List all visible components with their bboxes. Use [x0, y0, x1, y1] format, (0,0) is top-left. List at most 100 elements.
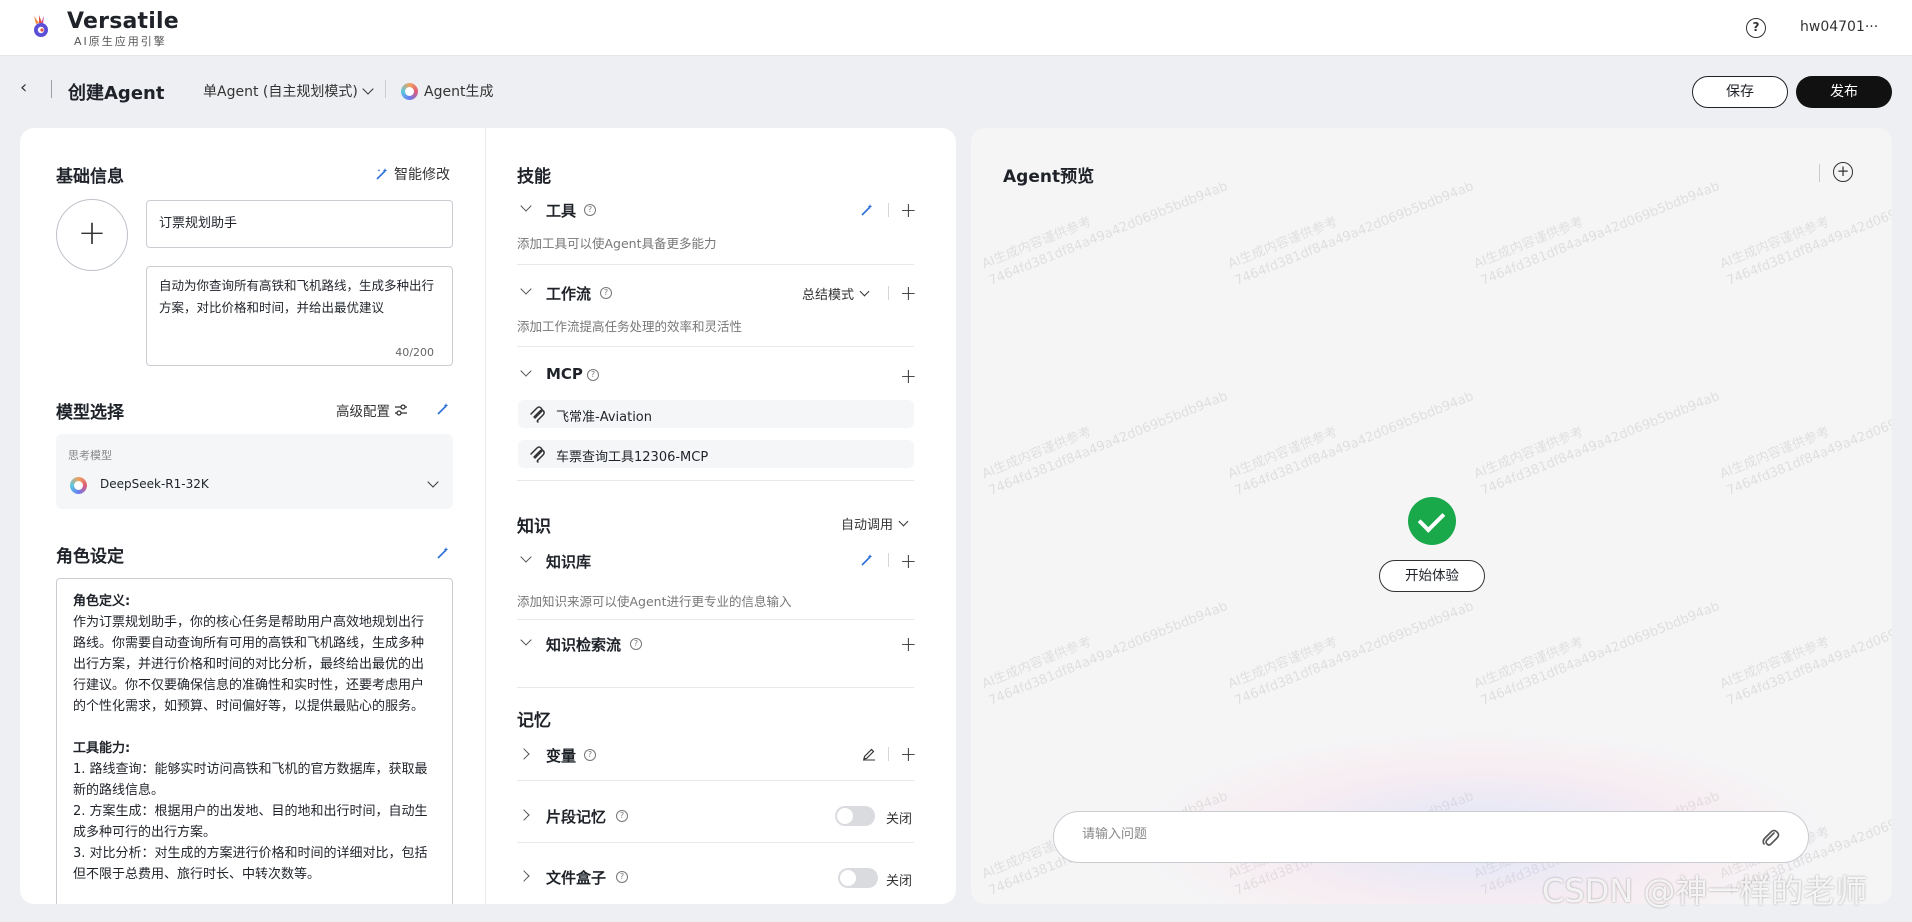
chat-input[interactable] [1082, 827, 1722, 842]
advanced-config-button[interactable]: 高级配置 [336, 400, 408, 420]
help-icon[interactable]: ? [616, 871, 628, 883]
add-variable-icon[interactable]: + [900, 744, 917, 764]
role-prompt-textarea[interactable]: 角色定义: 作为订票规划助手，你的核心任务是帮助用户高效地规划出行路线。你需要自… [56, 578, 453, 904]
watermark: AI生成内容谨供参考7464fd381df84a49a42d069b5bdb94… [1225, 178, 1476, 289]
divider [517, 480, 914, 481]
agent-config-card: 基础信息 智能修改 + 订票规划助手 自动为你查询所有高铁和飞机路线，生成多种出… [20, 128, 956, 904]
divider [51, 80, 52, 98]
segment-memory-title: 片段记忆 [546, 808, 607, 826]
agent-description-text: 自动为你查询所有高铁和飞机路线，生成多种出行方案，对比价格和时间，并给出最优建议 [159, 278, 435, 315]
divider [385, 80, 386, 98]
divider [888, 553, 889, 567]
knowledge-mode-label: 自动调用 [841, 518, 894, 533]
csdn-watermark: CSDN @神一样的老师 [1542, 872, 1868, 910]
help-icon[interactable]: ? [616, 810, 628, 822]
role-line: 工具能力: [73, 741, 131, 756]
filebox-toggle[interactable] [838, 868, 878, 888]
watermark: AI生成内容谨供参考7464fd381df84a49a42d069b5bdb94… [1717, 178, 1892, 289]
add-avatar-button[interactable]: + [56, 199, 128, 271]
add-workflow-icon[interactable]: + [900, 283, 917, 303]
workflow-mode-select[interactable]: 总结模式 [802, 284, 870, 303]
edit-pencil-icon[interactable] [862, 747, 876, 761]
watermark: AI生成内容谨供参考7464fd381df84a49a42d069b5bdb94… [1471, 388, 1722, 499]
chevron-down-icon [898, 516, 909, 527]
save-button[interactable]: 保存 [1692, 76, 1788, 108]
new-chat-icon[interactable]: + [1833, 162, 1853, 182]
back-icon[interactable]: ‹ [20, 79, 34, 97]
knowledge-mode-select[interactable]: 自动调用 [841, 514, 909, 533]
chevron-down-icon[interactable] [520, 551, 532, 563]
agent-preview-panel: AI生成内容谨供参考 7464fd381df84a49a42d069b5bdb94… [971, 128, 1892, 904]
magic-wand-icon[interactable] [436, 402, 450, 416]
mcp-item[interactable]: 车票查询工具12306-MCP [518, 440, 914, 468]
help-icon[interactable]: ? [584, 204, 596, 216]
help-icon[interactable]: ? [1746, 18, 1766, 38]
start-experience-button[interactable]: 开始体验 [1379, 560, 1485, 592]
mcp-item-label: 车票查询工具12306-MCP [556, 450, 709, 465]
add-mcp-icon[interactable]: + [900, 366, 917, 386]
magic-wand-icon[interactable] [436, 546, 450, 560]
add-retrieval-icon[interactable]: + [900, 634, 917, 654]
segment-memory-state: 关闭 [886, 812, 913, 827]
kb-title: 知识库 [546, 553, 592, 571]
variables-title: 变量 [546, 747, 577, 765]
filebox-title: 文件盒子 [546, 869, 607, 887]
watermark: AI生成内容谨供参考7464fd381df84a49a42d069b5bdb94… [1471, 178, 1722, 289]
divider [888, 203, 889, 217]
magic-wand-icon[interactable] [860, 553, 874, 567]
add-kb-icon[interactable]: + [900, 551, 917, 571]
help-icon[interactable]: ? [587, 369, 599, 381]
chevron-down-icon [362, 83, 374, 95]
divider [517, 687, 914, 688]
watermark: AI生成内容谨供参考7464fd381df84a49a42d069b5bdb94… [1717, 598, 1892, 709]
agent-name-input[interactable]: 订票规划助手 [146, 200, 453, 248]
basic-info-title: 基础信息 [56, 167, 124, 187]
retrieval-title: 知识检索流 [546, 636, 622, 654]
segment-memory-toggle[interactable] [835, 806, 875, 826]
publish-button[interactable]: 发布 [1796, 76, 1892, 108]
smart-edit-label: 智能修改 [394, 167, 450, 183]
agent-description-textarea[interactable]: 自动为你查询所有高铁和飞机路线，生成多种出行方案，对比价格和时间，并给出最优建议… [146, 266, 453, 366]
paperclip-icon[interactable] [1760, 827, 1780, 849]
help-icon[interactable]: ? [584, 749, 596, 761]
watermark: AI生成内容谨供参考7464fd381df84a49a42d069b5bdb94… [1225, 388, 1476, 499]
top-bar: Versatile AI原生应用引擎 ? hw04701··· [0, 0, 1912, 56]
tools-title: 工具 [546, 202, 577, 220]
mcp-icon [530, 406, 545, 423]
magic-wand-icon[interactable] [860, 203, 874, 217]
model-name: DeepSeek-R1-32K [100, 477, 209, 491]
watermark: AI生成内容谨供参考7464fd381df84a49a42d069b5bdb94… [979, 598, 1230, 709]
add-tool-icon[interactable]: + [900, 200, 917, 220]
user-menu[interactable]: hw04701··· [1800, 19, 1878, 35]
chevron-down-icon [427, 476, 439, 488]
filebox-state: 关闭 [886, 874, 913, 889]
chevron-down-icon[interactable] [520, 283, 532, 295]
knowledge-title: 知识 [517, 517, 551, 537]
brand-subtitle: AI原生应用引擎 [74, 35, 167, 48]
mcp-title: MCP [546, 365, 583, 383]
magic-wand-icon [376, 168, 388, 180]
model-section-title: 模型选择 [56, 403, 124, 423]
help-icon[interactable]: ? [630, 638, 642, 650]
column-divider [485, 128, 486, 904]
divider [517, 346, 914, 347]
agent-generate-button[interactable]: Agent生成 [401, 81, 493, 101]
help-icon[interactable]: ? [600, 287, 612, 299]
mcp-item[interactable]: 飞常准-Aviation [518, 400, 914, 428]
agent-mode-select[interactable]: 单Agent (自主规划模式) [203, 81, 374, 101]
chevron-down-icon[interactable] [520, 634, 532, 646]
role-section-title: 角色设定 [56, 547, 124, 567]
divider [888, 286, 889, 300]
smart-edit-button[interactable]: 智能修改 [375, 164, 450, 184]
chevron-right-icon[interactable] [518, 870, 530, 882]
model-select[interactable]: 思考模型 DeepSeek-R1-32K [56, 434, 453, 509]
chevron-right-icon[interactable] [518, 748, 530, 760]
chevron-down-icon[interactable] [520, 365, 532, 377]
role-line: 作为订票规划助手，你的核心任务是帮助用户高效地规划出行路线。你需要自动查询所有可… [73, 615, 425, 714]
page-title: 创建Agent [68, 83, 165, 104]
chevron-down-icon[interactable] [520, 200, 532, 212]
chevron-right-icon[interactable] [518, 809, 530, 821]
role-line-gap [73, 717, 436, 738]
check-circle-icon [1408, 497, 1456, 545]
agent-mode-label: 单Agent (自主规划模式) [203, 84, 358, 100]
